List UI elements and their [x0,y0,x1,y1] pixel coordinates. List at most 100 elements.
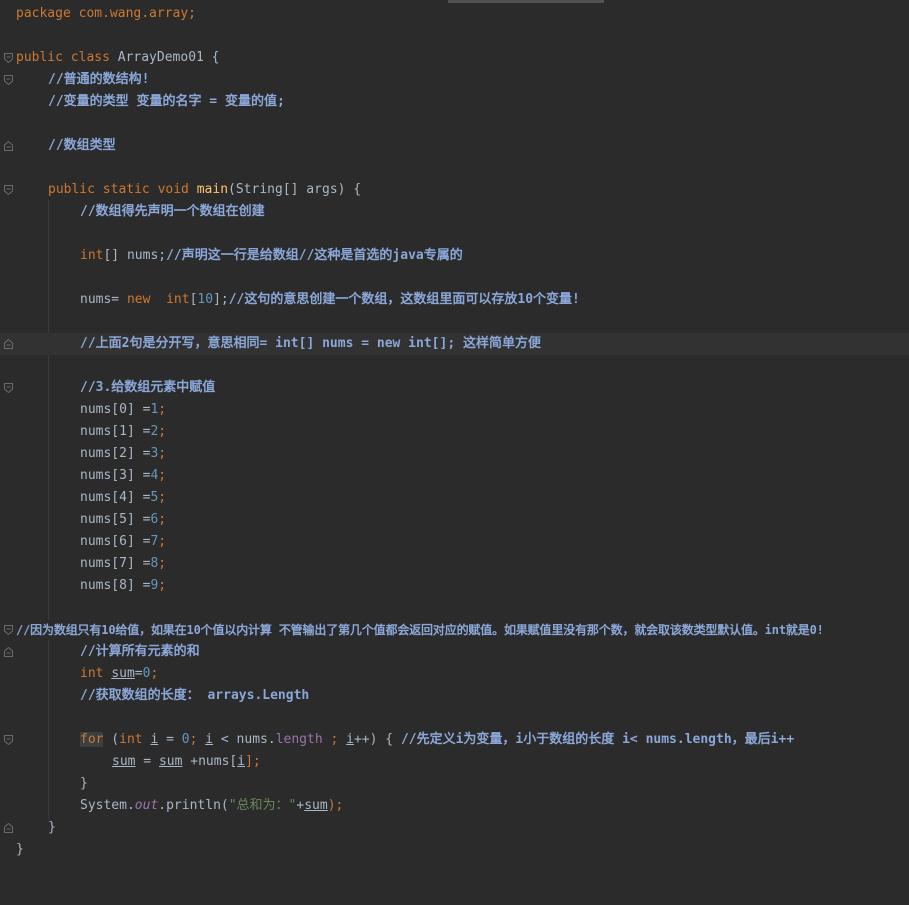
fold-icon[interactable] [4,383,13,393]
assignment-target: nums[0] = [80,402,151,417]
assignment-target: nums[5] = [80,512,151,527]
code-line-comment[interactable]: //变量的类型 变量的名字 = 变量的值; [0,91,909,113]
code-line-println[interactable]: System.out.println("总和为："+sum); [0,795,909,817]
variable-sum: sum [304,798,328,813]
array-creation: nums= new int[10];//这句的意思创建一个数组，这数组里面可以存… [80,289,580,311]
number-literal: 10 [197,292,214,307]
code-line-sum-update[interactable]: sum = sum +nums[i]; [0,751,909,773]
assignment-statement: nums[8] =9; [80,575,166,597]
code-line-assignment[interactable]: nums[5] =6; [0,509,909,531]
assignment-target: nums[1] = [80,424,151,439]
variable-text: nums= [80,292,127,307]
code-line-close-brace[interactable]: } [0,839,909,861]
comment-text: //声明这一行是给数组//这种是首选的java专属的 [166,248,463,263]
operator-text: < nums. [213,732,276,747]
close-brace: } [48,820,56,835]
fold-icon[interactable] [4,339,13,349]
number-literal: 0 [181,732,190,747]
assignment-target: nums[7] = [80,556,151,571]
code-line-assignment[interactable]: nums[2] =3; [0,443,909,465]
fold-icon[interactable] [4,141,13,151]
operator-text: = [158,732,182,747]
comment-text: //因为数组只有10给值，如果在10个值以内计算 不管输出了第几个值都会返回对应… [16,623,824,637]
semicolon: ]; [245,754,261,769]
code-line-comment[interactable]: //计算所有元素的和 [0,641,909,663]
string-literal: "总和为：" [228,798,297,813]
variable-sum: sum [111,666,135,681]
fold-icon[interactable] [4,647,13,657]
assignment-statement: nums[2] =3; [80,443,166,465]
close-brace: } [80,776,88,791]
code-line-package[interactable]: package com.wang.array; [0,3,909,25]
assignment-statement: nums[3] =4; [80,465,166,487]
code-line-assignment[interactable]: nums[3] =4; [0,465,909,487]
code-line-sum-decl[interactable]: int sum=0; [0,663,909,685]
semicolon: ; [158,402,167,417]
code-line-create-array[interactable]: nums= new int[10];//这句的意思创建一个数组，这数组里面可以存… [0,289,909,311]
field-out: out [134,798,159,813]
code-line-close-brace[interactable]: } [0,773,909,795]
code-line-assignment[interactable]: nums[0] =1; [0,399,909,421]
for-statement: for (int i = 0; i < nums.length ; i++) {… [80,729,794,751]
sum-update-statement: sum = sum +nums[i]; [112,751,261,773]
assignment-statement: nums[6] =7; [80,531,166,553]
operator-text: ++) { [353,732,401,747]
code-line-assignment[interactable]: nums[8] =9; [0,575,909,597]
semicolon: ; [158,556,167,571]
code-line-current[interactable]: //上面2句是分开写，意思相同= int[] nums = new int[];… [0,333,909,355]
code-line-assignment[interactable]: nums[1] =2; [0,421,909,443]
method-params: (String[] args) { [228,182,362,197]
package-statement: package com.wang.array; [16,3,196,25]
fold-icon[interactable] [4,735,13,745]
code-line-for-loop[interactable]: for (int i = 0; i < nums.length ; i++) {… [0,729,909,751]
new-keyword: new [126,292,167,307]
fold-icon[interactable] [4,53,13,63]
variable-i: i [205,732,214,747]
semicolon: ); [327,798,344,813]
code-line-main-decl[interactable]: public static void main(String[] args) { [0,179,909,201]
variable-sum: sum [158,754,183,769]
semicolon: ; [189,732,206,747]
type-keyword: int [119,732,151,747]
code-line-comment[interactable]: //数组得先声明一个数组在创建 [0,201,909,223]
class-name: ArrayDemo01 { [117,50,220,65]
comment-text: //上面2句是分开写，意思相同= int[] nums = new int[];… [80,336,541,351]
assignment-statement: nums[4] =5; [80,487,166,509]
operator-text: = [135,754,159,769]
code-line-comment[interactable]: //获取数组的长度： arrays.Length [0,685,909,707]
operator-text: +nums[ [182,754,238,769]
main-method-declaration: public static void main(String[] args) { [48,179,361,201]
code-line-comment[interactable]: //数组类型 [0,135,909,157]
fold-icon[interactable] [4,185,13,195]
code-editor[interactable]: package com.wang.array; public class Arr… [0,0,909,861]
code-line-comment[interactable]: //3.给数组元素中赋值 [0,377,909,399]
code-line-long-comment[interactable]: //因为数组只有10给值，如果在10个值以内计算 不管输出了第几个值都会返回对应… [0,619,909,641]
code-line-class-decl[interactable]: public class ArrayDemo01 { [0,47,909,69]
variable-i: i [346,732,354,747]
code-line-assignment[interactable]: nums[6] =7; [0,531,909,553]
code-line-assignment[interactable]: nums[7] =8; [0,553,909,575]
fold-icon[interactable] [4,625,13,635]
comment-text: //数组类型 [48,138,116,153]
method-println: .println( [158,798,229,813]
assignment-target: nums[2] = [80,446,151,461]
semicolon: ; [158,468,167,483]
comment-text: //普通的数结构! [48,72,150,87]
assignment-target: nums[6] = [80,534,151,549]
semicolon: ; [158,446,167,461]
comment-text: //计算所有元素的和 [80,644,200,659]
operator-text: = [134,666,143,681]
fold-icon[interactable] [4,75,13,85]
class-system: System. [80,798,135,813]
code-line-close-brace[interactable]: } [0,817,909,839]
comment-text: //数组得先声明一个数组在创建 [80,204,265,219]
code-line-assignment[interactable]: nums[4] =5; [0,487,909,509]
code-line-comment[interactable]: //普通的数结构! [0,69,909,91]
semicolon: ; [158,490,167,505]
variable-i: i [237,754,246,769]
semicolon: ; [158,512,167,527]
code-line-declare-array[interactable]: int[] nums;//声明这一行是给数组//这种是首选的java专属的 [0,245,909,267]
fold-icon[interactable] [4,823,13,833]
comment-text: //3.给数组元素中赋值 [80,380,216,395]
array-declaration: int[] nums;//声明这一行是给数组//这种是首选的java专属的 [80,245,463,267]
